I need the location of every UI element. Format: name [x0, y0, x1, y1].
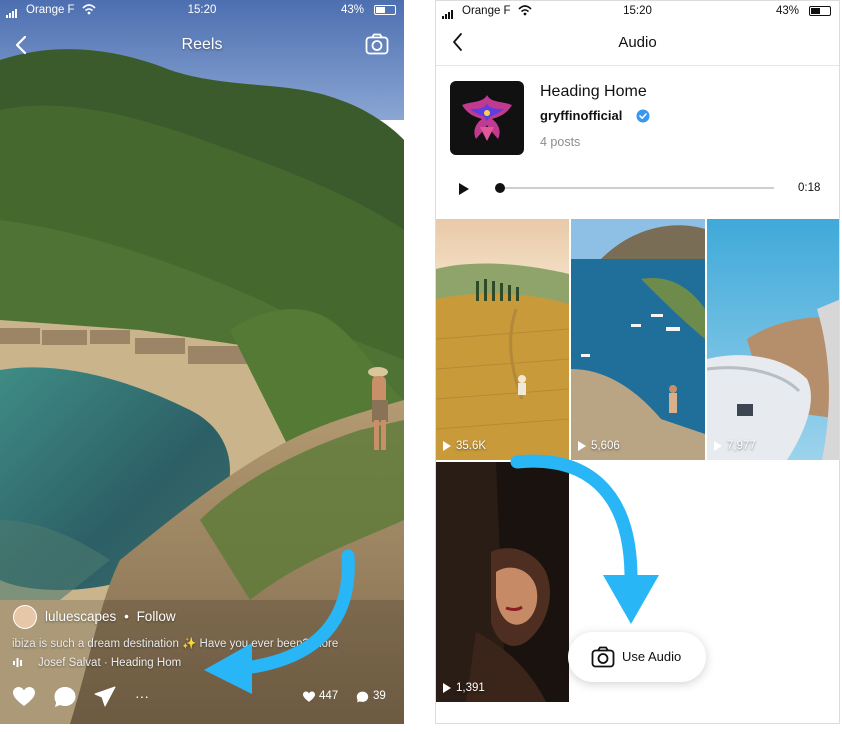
view-count: 35.6K	[456, 440, 487, 452]
tile-image	[707, 219, 839, 460]
page-title: Reels	[181, 36, 223, 53]
more-options[interactable]: ···	[135, 688, 149, 704]
duration: 0:18	[798, 182, 821, 194]
use-audio-button[interactable]: Use Audio	[568, 632, 706, 682]
grid-tile[interactable]: 35.6K	[436, 219, 569, 460]
camera-icon	[591, 646, 615, 668]
share-icon[interactable]	[93, 686, 117, 708]
battery-icon	[809, 6, 831, 16]
tutorial-arrow-right	[510, 454, 659, 624]
grid-tile[interactable]: 7,977	[707, 219, 839, 460]
play-count-icon	[714, 441, 722, 451]
tile-image	[436, 219, 569, 460]
tile-image	[571, 219, 705, 460]
status-bar: Orange F 15:20 43%	[0, 0, 404, 20]
status-bar: Orange F 15:20 43%	[436, 1, 839, 21]
reels-screen: Orange F 15:20 43% Reels luluescapes • F…	[0, 0, 404, 724]
grid-tile[interactable]: 5,606	[571, 219, 705, 460]
use-audio-label: Use Audio	[622, 649, 682, 664]
comment-icon[interactable]	[53, 686, 77, 708]
page-title: Audio	[618, 34, 657, 51]
tutorial-arrow-left	[204, 549, 355, 694]
verified-badge-icon	[636, 109, 650, 123]
battery-percent: 43%	[775, 5, 799, 17]
play-count-icon	[443, 441, 451, 451]
play-count-icon	[443, 683, 451, 693]
camera-icon[interactable]	[365, 33, 389, 55]
post-header: luluescapes • Follow	[45, 609, 176, 624]
posts-count: 4 posts	[540, 135, 581, 149]
audio-bars-icon	[13, 658, 22, 667]
audio-title: Heading Home	[540, 83, 647, 100]
battery-percent: 43%	[340, 4, 364, 16]
album-cover[interactable]	[450, 81, 524, 155]
artist-name[interactable]: gryffinofficial	[540, 108, 622, 123]
play-icon[interactable]	[458, 182, 470, 196]
avatar[interactable]	[13, 605, 37, 629]
progress-knob[interactable]	[495, 183, 505, 193]
heart-icon[interactable]	[12, 686, 36, 708]
comment-count: 39	[373, 690, 386, 702]
progress-track[interactable]	[496, 187, 774, 189]
username[interactable]: luluescapes	[45, 609, 116, 624]
battery-icon	[374, 5, 396, 15]
separator-dot: •	[124, 609, 129, 624]
view-count: 1,391	[456, 682, 485, 694]
audio-link[interactable]: Josef Salvat · Heading Hom	[38, 657, 181, 669]
header-bar: Audio	[436, 21, 839, 66]
view-count: 7,977	[727, 440, 756, 452]
follow-button[interactable]: Follow	[137, 609, 176, 624]
